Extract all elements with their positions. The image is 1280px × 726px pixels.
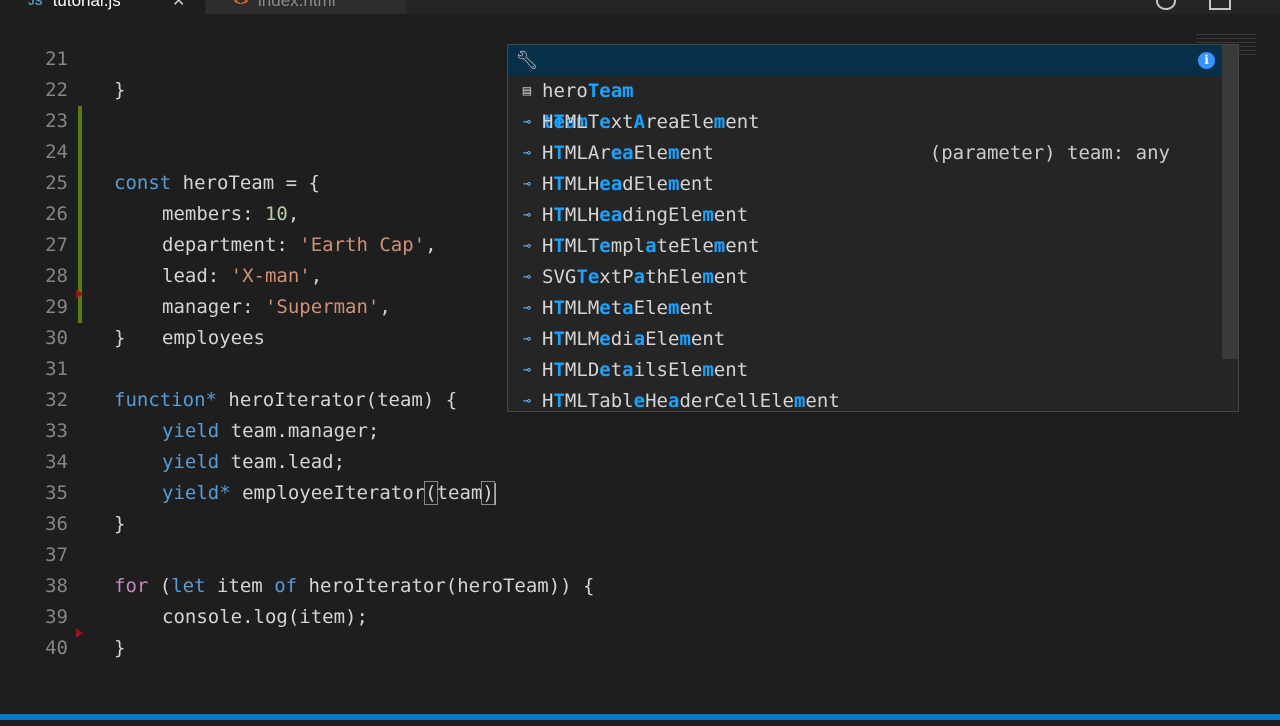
suggest-label: HTMLMediaElement [542,328,726,350]
interface-icon: ⊸ [523,363,531,378]
interface-icon: ⊸ [523,394,531,409]
status-bar [0,714,1280,720]
line-number: 40 [45,637,68,659]
code-line: 39 } [0,571,1280,659]
suggest-label: HTMLDetailsElement [542,359,749,381]
suggest-label: HTMLTableHeaderCellElement [542,390,840,412]
suggest-widget: 🔧︎ team (parameter) team: any i ▤ heroTea… [507,44,1239,412]
suggest-scrollbar[interactable] [1222,45,1238,359]
suggest-label: HTMLHeadElement [542,173,714,195]
suggest-label: heroTeam [542,80,634,102]
interface-icon: ⊸ [523,301,531,316]
code-line: 35 } [0,447,1280,535]
suggest-label: HTMLTemplateElement [542,235,760,257]
open-changes-icon[interactable] [1156,0,1176,10]
suggest-item[interactable]: ⊸ HTMLTextAreaElement [508,107,1222,138]
suggest-label: HTMLMetaElement [542,297,714,319]
split-editor-icon[interactable] [1209,0,1231,10]
suggest-item[interactable]: ⊸ HTMLTableHeaderCellElement [508,386,1222,417]
suggest-label: HTMLAreaElement [542,142,714,164]
suggest-item[interactable]: ▤ heroTeam [508,76,1222,107]
interface-icon: ⊸ [523,270,531,285]
code-text: } [114,637,126,659]
suggest-item[interactable]: ⊸ HTMLHeadElement [508,169,1222,200]
suggest-label: SVGTextPathElement [542,266,749,288]
tab-tutorial-js[interactable]: JS tutorial.js ✕ [0,0,205,14]
suggest-item[interactable]: ⊸ HTMLMetaElement [508,293,1222,324]
interface-icon: ⊸ [523,239,531,254]
deleted-gutter-marker [76,289,83,299]
suggest-label: HTMLHeadingElement [542,204,749,226]
code-line-current: 34 yield* employeeIterator(team) [0,416,1280,505]
interface-icon: ⊸ [523,146,531,161]
code-line: 21 } [0,13,1280,101]
interface-icon: ⊸ [523,115,531,130]
suggest-item[interactable]: ⊸ HTMLDetailsElement [508,355,1222,386]
tab-bar: JS tutorial.js ✕ <> index.html [0,0,1280,14]
html-file-icon: <> [234,0,249,8]
suggest-item[interactable]: ⊸ HTMLTemplateElement [508,231,1222,262]
deleted-gutter-marker [76,628,83,638]
tab-index-html[interactable]: <> index.html [206,0,406,14]
close-icon[interactable]: ✕ [172,0,185,11]
code-line: 38 console.log(item); [0,540,1280,628]
suggest-item[interactable]: ⊸ HTMLAreaElement [508,138,1222,169]
suggest-item[interactable]: ⊸ SVGTextPathElement [508,262,1222,293]
wrench-icon: 🔧︎ [515,50,539,71]
code-line: 40 [0,602,1280,659]
tab-label: tutorial.js [52,0,121,10]
suggest-label: HTMLTextAreaElement [542,111,760,133]
tab-label: index.html [258,0,336,10]
js-file-icon: JS [28,0,43,8]
suggest-item[interactable]: ⊸ HTMLMediaElement [508,324,1222,355]
interface-icon: ⊸ [523,208,531,223]
interface-icon: ⊸ [523,332,531,347]
suggest-item[interactable]: ⊸ HTMLHeadingElement [508,200,1222,231]
code-line: 36 [0,478,1280,535]
suggest-item-selected[interactable]: 🔧︎ team (parameter) team: any i [508,45,1222,164]
interface-icon: ⊸ [523,177,531,192]
variable-icon: ▤ [522,83,532,99]
info-icon[interactable]: i [1198,52,1215,69]
code-line: 37 for (let item of heroIterator(heroTea… [0,509,1280,597]
